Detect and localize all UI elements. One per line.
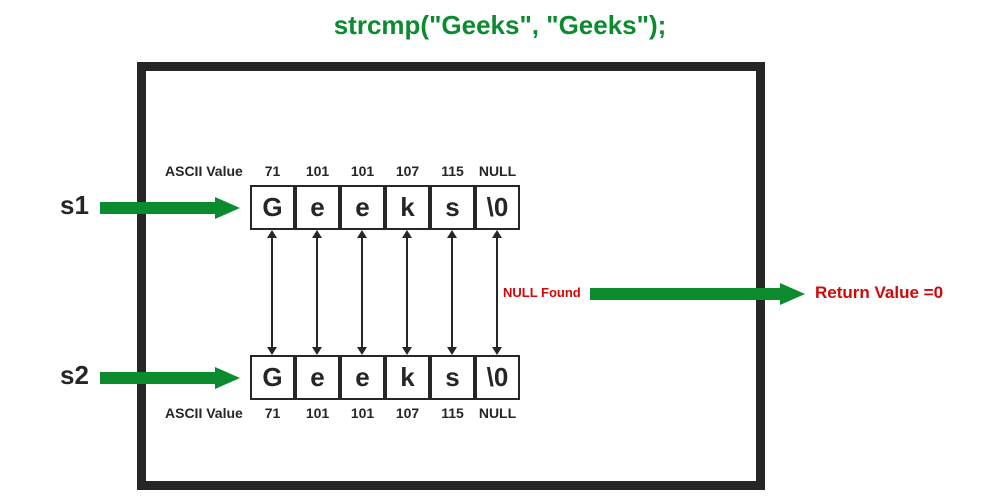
s1-ascii-cell: 71 xyxy=(250,163,295,179)
s2-ascii-cell: NULL xyxy=(475,405,520,421)
s2-label: s2 xyxy=(60,360,89,391)
s1-cell: s xyxy=(430,185,475,230)
s1-ascii-row: 71 101 101 107 115 NULL xyxy=(250,163,520,179)
s2-arrow-icon xyxy=(100,367,240,389)
s2-ascii-label: ASCII Value xyxy=(165,405,243,421)
s2-ascii-cell: 101 xyxy=(295,405,340,421)
s1-cell: k xyxy=(385,185,430,230)
s2-ascii-cell: 101 xyxy=(340,405,385,421)
s2-ascii-cell: 71 xyxy=(250,405,295,421)
s2-cell: G xyxy=(250,355,295,400)
s2-char-row: G e e k s \0 xyxy=(250,355,520,400)
null-found-label: NULL Found xyxy=(503,285,581,300)
s1-cell: e xyxy=(295,185,340,230)
s1-label: s1 xyxy=(60,190,89,221)
s1-ascii-cell: 101 xyxy=(295,163,340,179)
s1-cell: \0 xyxy=(475,185,520,230)
s1-cell: e xyxy=(340,185,385,230)
s1-ascii-cell: 107 xyxy=(385,163,430,179)
return-value-label: Return Value =0 xyxy=(815,283,943,303)
s1-arrow-icon xyxy=(100,197,240,219)
s2-cell: e xyxy=(295,355,340,400)
return-arrow-icon xyxy=(590,283,805,305)
s2-ascii-row: 71 101 101 107 115 NULL xyxy=(250,405,520,421)
s2-cell: k xyxy=(385,355,430,400)
s1-char-row: G e e k s \0 xyxy=(250,185,520,230)
s1-ascii-label: ASCII Value xyxy=(165,163,243,179)
s2-ascii-cell: 107 xyxy=(385,405,430,421)
s2-cell: s xyxy=(430,355,475,400)
s2-ascii-cell: 115 xyxy=(430,405,475,421)
s2-cell: e xyxy=(340,355,385,400)
diagram-title: strcmp("Geeks", "Geeks"); xyxy=(0,10,1000,41)
s2-cell: \0 xyxy=(475,355,520,400)
s1-cell: G xyxy=(250,185,295,230)
s1-ascii-cell: NULL xyxy=(475,163,520,179)
s1-ascii-cell: 101 xyxy=(340,163,385,179)
s1-ascii-cell: 115 xyxy=(430,163,475,179)
compare-arrows-icon xyxy=(250,230,520,355)
